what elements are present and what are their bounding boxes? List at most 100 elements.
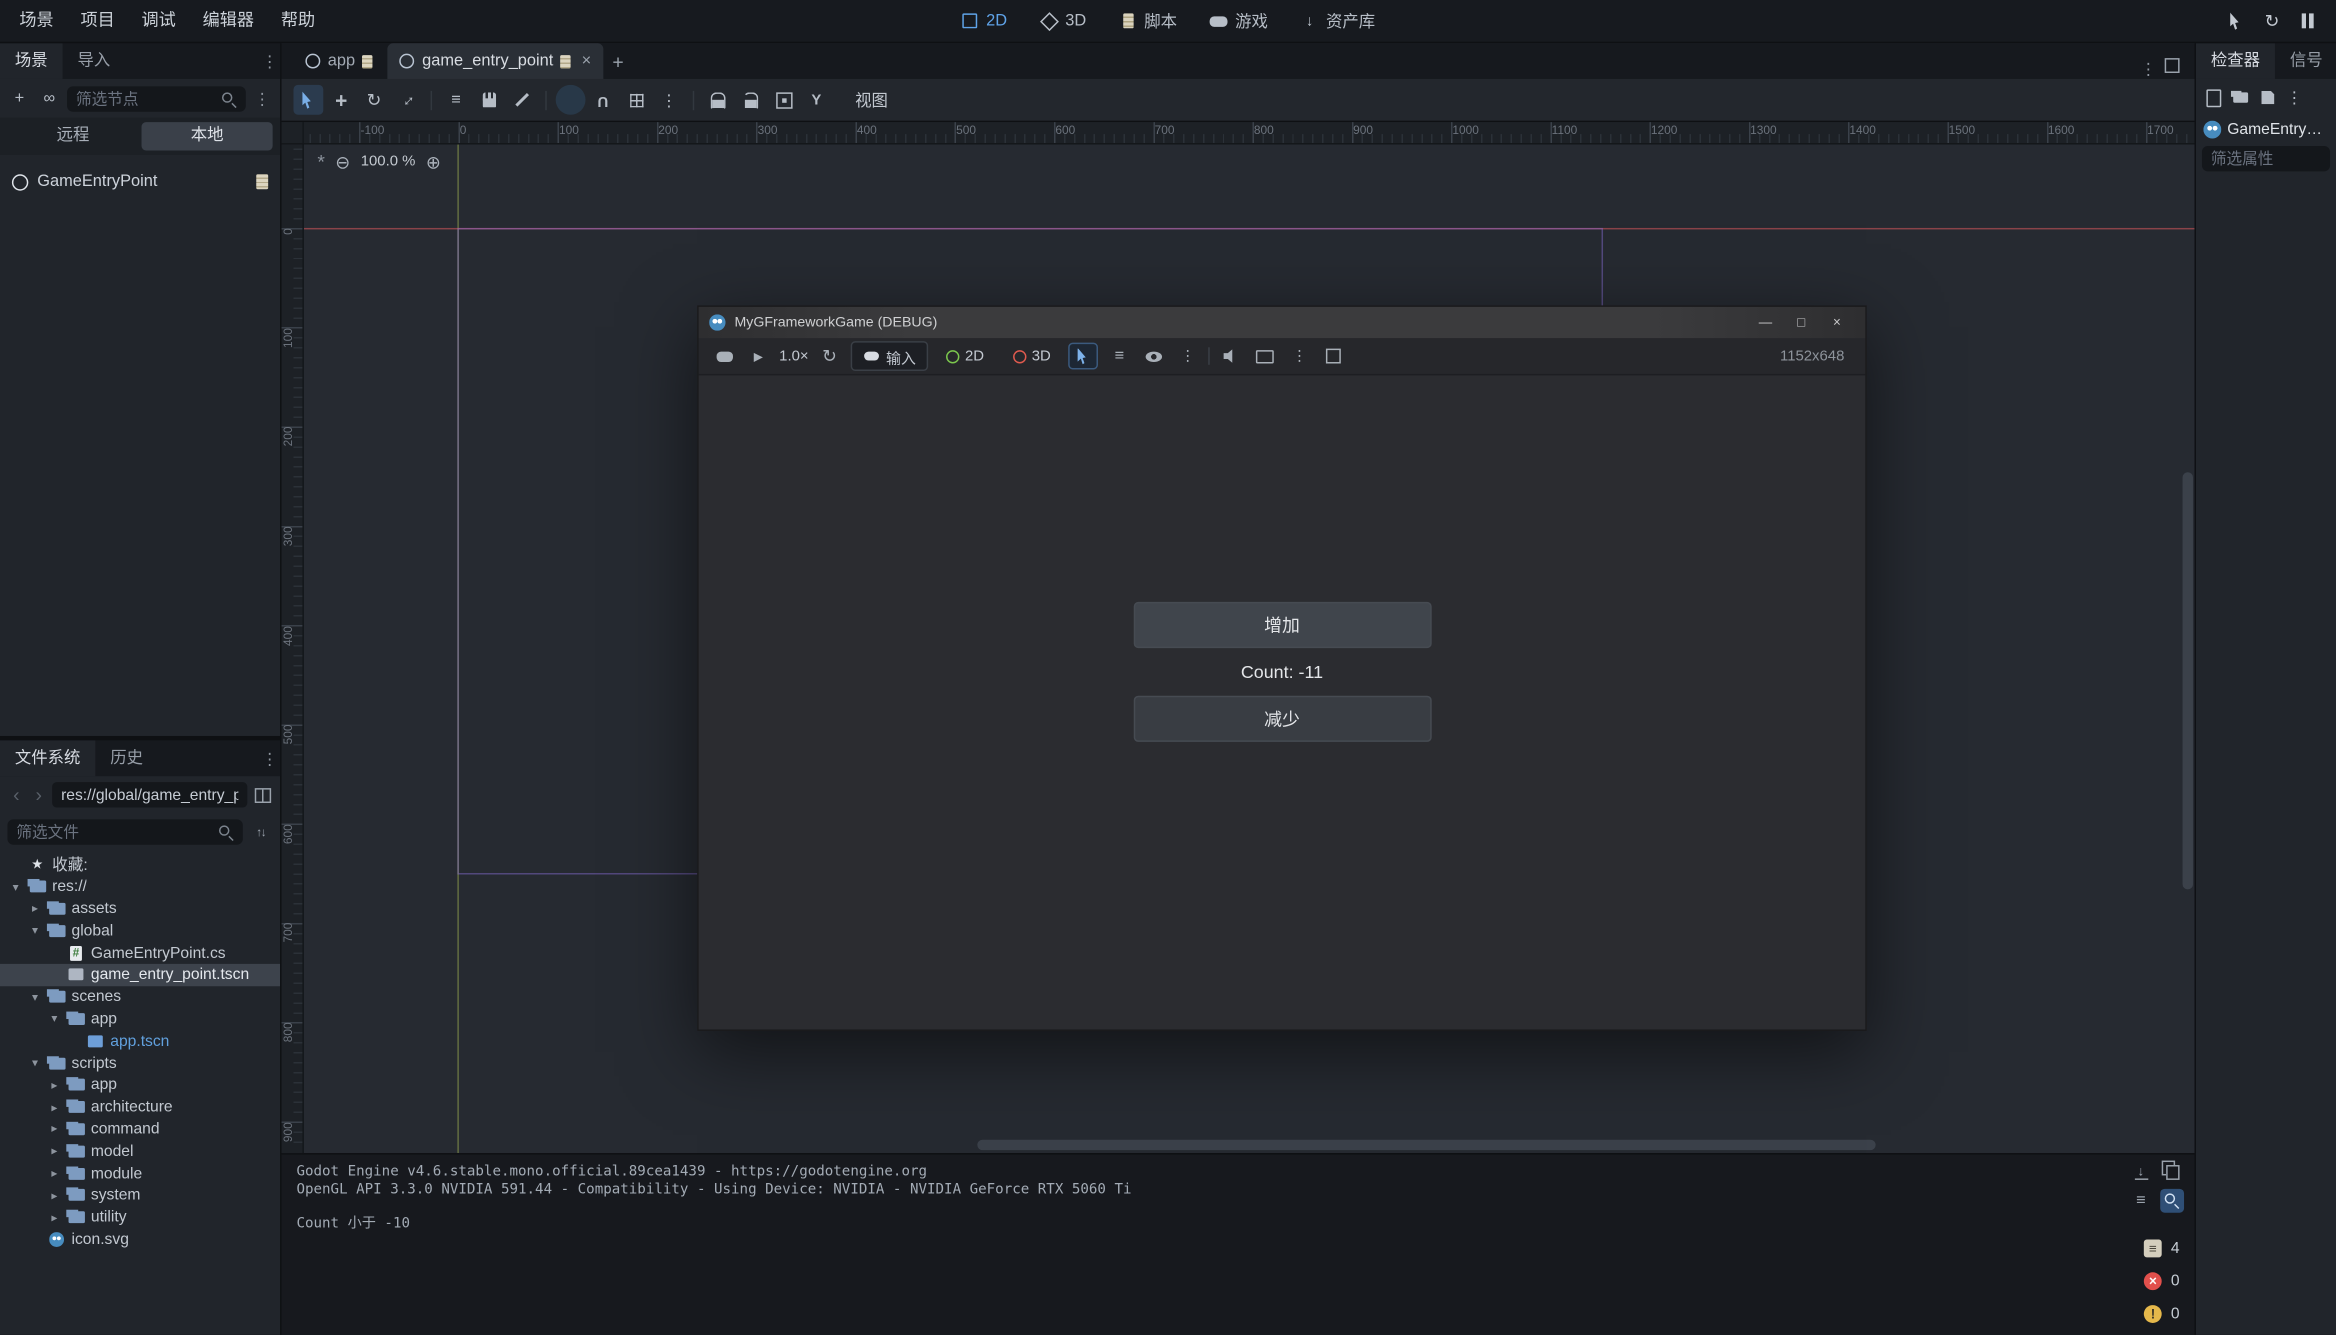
unlock-icon[interactable] bbox=[736, 85, 766, 115]
fullscreen-icon[interactable] bbox=[1320, 344, 1347, 368]
move-tool-icon[interactable] bbox=[326, 85, 356, 115]
smart-snap-icon[interactable] bbox=[556, 85, 586, 115]
view-menu-button[interactable]: 视图 bbox=[843, 85, 900, 115]
path-input[interactable]: res://global/game_entry_p bbox=[52, 782, 247, 807]
tree-arrow-icon[interactable] bbox=[48, 1122, 61, 1135]
scrollbar-thumb[interactable] bbox=[977, 1140, 1875, 1150]
script-icon[interactable] bbox=[256, 174, 268, 189]
separator[interactable] bbox=[545, 90, 546, 109]
workspace-2d[interactable]: 2D bbox=[947, 7, 1020, 34]
split-view-icon[interactable] bbox=[252, 784, 273, 805]
vertical-scrollbar[interactable] bbox=[2183, 143, 2193, 1138]
resource-save-icon[interactable] bbox=[2256, 83, 2280, 113]
separator[interactable] bbox=[693, 90, 694, 109]
zoom-level[interactable]: 100.0 % bbox=[361, 153, 416, 169]
tab-filesystem[interactable]: 文件系统 bbox=[0, 740, 95, 776]
restart-icon[interactable] bbox=[2259, 7, 2286, 34]
inspected-node-row[interactable]: GameEntryPoint bbox=[2196, 116, 2336, 143]
group-icon[interactable] bbox=[769, 85, 799, 115]
ruler-mode-icon[interactable] bbox=[507, 85, 537, 115]
local-tab[interactable]: 本地 bbox=[142, 122, 273, 150]
scene-toolbar-menu-icon[interactable]: ⋮ bbox=[252, 89, 273, 108]
skeleton-icon[interactable] bbox=[802, 85, 832, 115]
visibility-icon[interactable] bbox=[1140, 344, 1167, 368]
list-select-icon[interactable] bbox=[441, 85, 471, 115]
file-tree-item[interactable]: app.tscn bbox=[0, 1030, 280, 1052]
game-window-titlebar[interactable]: MyGFrameworkGame (DEBUG) —□× bbox=[699, 307, 1866, 338]
tree-arrow-icon[interactable] bbox=[48, 1078, 61, 1091]
input-mode-button[interactable]: 输入 bbox=[850, 341, 927, 371]
tab-signals[interactable]: 信号 bbox=[2275, 43, 2336, 79]
menu-item[interactable]: 编辑器 bbox=[189, 0, 267, 42]
menu-item[interactable]: 帮助 bbox=[267, 0, 328, 42]
audio-icon[interactable] bbox=[1218, 344, 1245, 368]
menu-item[interactable]: 项目 bbox=[67, 0, 128, 42]
2d-mode-button[interactable]: 2D bbox=[935, 346, 994, 365]
next-frame-icon[interactable] bbox=[745, 344, 772, 368]
select-tool-icon[interactable] bbox=[293, 85, 323, 115]
search-log-icon[interactable] bbox=[2160, 1189, 2184, 1213]
file-tree-item[interactable]: game_entry_point.tscn bbox=[0, 964, 280, 986]
scale-tool-icon[interactable] bbox=[392, 85, 422, 115]
tree-arrow-icon[interactable] bbox=[48, 1012, 61, 1025]
filter-properties-input[interactable]: 筛选属性 bbox=[2202, 146, 2330, 171]
3d-mode-button[interactable]: 3D bbox=[1002, 346, 1061, 365]
filesystem-menu-icon[interactable]: ⋮ bbox=[259, 749, 280, 768]
file-tree-item[interactable]: scenes bbox=[0, 986, 280, 1008]
filter-nodes-input[interactable]: 筛选节点 bbox=[67, 86, 246, 111]
sort-files-icon[interactable]: ↑↓ bbox=[249, 819, 273, 843]
rotate-tool-icon[interactable] bbox=[359, 85, 389, 115]
grid-snap-icon[interactable] bbox=[588, 85, 618, 115]
tree-arrow-icon[interactable] bbox=[28, 924, 41, 937]
decrease-button[interactable]: 减少 bbox=[1133, 696, 1431, 742]
separator[interactable] bbox=[431, 90, 432, 109]
file-tree-item[interactable]: global bbox=[0, 920, 280, 942]
file-tree-item[interactable]: GameEntryPoint.cs bbox=[0, 942, 280, 964]
resource-new-icon[interactable] bbox=[2202, 83, 2226, 113]
file-tree-item[interactable]: app bbox=[0, 1008, 280, 1030]
back-icon[interactable]: ‹ bbox=[7, 784, 25, 806]
file-tree-item[interactable]: 收藏: bbox=[0, 854, 280, 876]
toolbar-menu-icon[interactable] bbox=[654, 85, 684, 115]
file-tree-item[interactable]: app bbox=[0, 1074, 280, 1096]
tab-inspector[interactable]: 检查器 bbox=[2196, 43, 2275, 79]
node-list-icon[interactable] bbox=[1106, 344, 1133, 368]
file-tree-item[interactable]: icon.svg bbox=[0, 1228, 280, 1250]
tree-arrow-icon[interactable] bbox=[28, 990, 41, 1003]
tab-history[interactable]: 历史 bbox=[95, 740, 158, 776]
tree-arrow-icon[interactable] bbox=[48, 1211, 61, 1224]
game-zoom-level[interactable]: 1.0× bbox=[779, 348, 808, 364]
menu-item[interactable]: 调试 bbox=[128, 0, 189, 42]
tree-arrow-icon[interactable] bbox=[48, 1167, 61, 1180]
separator[interactable] bbox=[1209, 347, 1210, 365]
file-tree-item[interactable]: utility bbox=[0, 1206, 280, 1228]
remote-tab[interactable]: 远程 bbox=[7, 122, 138, 150]
menu-icon[interactable] bbox=[1174, 344, 1201, 368]
file-tree-item[interactable]: assets bbox=[0, 898, 280, 920]
snap-config-icon[interactable] bbox=[621, 85, 651, 115]
instance-scene-icon[interactable]: ∞ bbox=[37, 83, 61, 113]
tab-scene[interactable]: 场景 bbox=[0, 43, 63, 79]
workspace-3d[interactable]: 3D bbox=[1026, 7, 1099, 34]
file-tree-item[interactable]: architecture bbox=[0, 1096, 280, 1118]
scene-tabs-menu-icon[interactable]: ⋮ bbox=[2138, 60, 2159, 79]
increase-button[interactable]: 增加 bbox=[1133, 602, 1431, 648]
maximize-button[interactable]: □ bbox=[1783, 307, 1819, 338]
pause-icon[interactable] bbox=[2294, 7, 2321, 34]
workspace-assetlib[interactable]: 资产库 bbox=[1287, 4, 1388, 37]
tree-arrow-icon[interactable] bbox=[48, 1100, 61, 1113]
debug-messages-counter[interactable]: 4 bbox=[2138, 1234, 2185, 1262]
scene-tab-game-entry-point[interactable]: game_entry_point × bbox=[388, 43, 603, 79]
tree-arrow-icon[interactable] bbox=[48, 1189, 61, 1202]
file-tree-item[interactable]: system bbox=[0, 1184, 280, 1206]
file-tree-item[interactable]: module bbox=[0, 1162, 280, 1184]
close-button[interactable]: × bbox=[1819, 307, 1855, 338]
pan-tool-icon[interactable] bbox=[474, 85, 504, 115]
horizontal-scrollbar[interactable] bbox=[302, 1140, 2179, 1150]
lock-icon[interactable] bbox=[703, 85, 733, 115]
copy-log-icon[interactable] bbox=[2160, 1161, 2184, 1185]
scene-dock-menu-icon[interactable]: ⋮ bbox=[259, 51, 280, 70]
menu-icon-2[interactable] bbox=[1286, 344, 1313, 368]
tab-import[interactable]: 导入 bbox=[63, 43, 126, 79]
select-mode-icon[interactable] bbox=[1069, 343, 1099, 370]
